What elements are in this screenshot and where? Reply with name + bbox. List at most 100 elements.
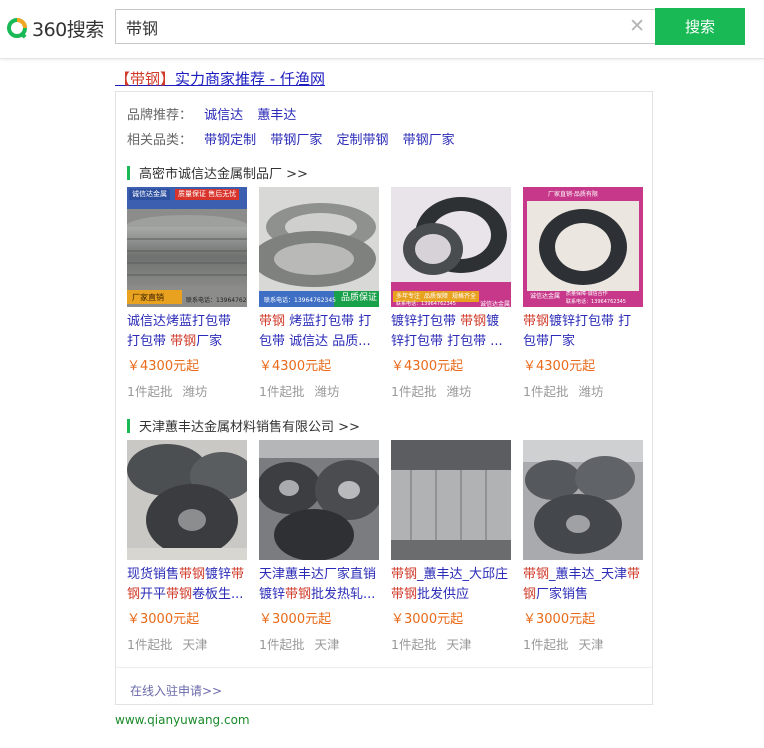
product-moq: 1件起批	[391, 637, 437, 652]
result-title-text: 实力商家推荐 - 仟渔网	[175, 70, 325, 88]
product-name-part: 诚信达烤蓝打包带	[127, 314, 232, 329]
product-price: ￥4300元起	[127, 359, 200, 374]
result-title-link[interactable]: 【带钢】实力商家推荐 - 仟渔网	[115, 68, 325, 89]
clear-icon[interactable]: ✕	[629, 16, 645, 36]
product-name-highlight: 带钢	[179, 567, 206, 582]
brand-row: 品牌推荐： 诚信达 蕙丰达	[127, 104, 306, 123]
product-meta: 1件起批 天津	[259, 635, 379, 655]
brand-label: 品牌推荐：	[127, 108, 193, 123]
accent-bar	[127, 419, 130, 433]
site-url: www.qianyuwang.com	[115, 713, 250, 727]
shop-header-huifengda[interactable]: 天津蕙丰达金属材料销售有限公司 >>	[127, 416, 360, 435]
related-link[interactable]: 带钢定制	[204, 133, 256, 148]
product-moq: 1件起批	[259, 637, 305, 652]
product-moq: 1件起批	[127, 384, 173, 399]
product-image[interactable]: 诚信达金属 质量保证 售后无忧 厂家直销 联系电话：13964762345	[127, 187, 247, 307]
product-name-link[interactable]: 诚信达烤蓝打包带 打包带 带钢厂家	[127, 312, 247, 352]
product-name-part: 镀锌	[205, 567, 232, 582]
product-name-highlight: 带钢	[170, 334, 197, 349]
product-name-highlight: 带钢	[523, 567, 550, 582]
product-image[interactable]: 多年专注 品质保障 规格齐全 诚信达金属 联系电话：13964762345	[391, 187, 511, 307]
product-image[interactable]: 厂家直销·品质有限 诚信达金属 质量保障·诚信合作 联系电话：139647623…	[523, 187, 643, 307]
banner-text: 联系电话：13964762345	[186, 297, 247, 304]
related-row: 相关品类： 带钢定制 带钢厂家 定制带钢 带钢厂家	[127, 129, 465, 148]
result-title-highlight: 【带钢】	[115, 70, 176, 88]
product-name-link[interactable]: 带钢_蕙丰达_大邱庄带钢批发供应	[391, 565, 511, 605]
product-image[interactable]	[523, 440, 643, 560]
banner-text: 联系电话：13964762345	[264, 297, 336, 304]
product-meta: 1件起批 天津	[523, 635, 643, 655]
product-card: 带钢_蕙丰达_大邱庄带钢批发供应 ￥3000元起 1件起批 天津	[391, 440, 511, 655]
banner-text: 诚信达金属	[129, 189, 170, 200]
product-city: 潍坊	[446, 384, 472, 399]
banner-text: 诚信达金属	[530, 293, 561, 300]
logo-icon	[7, 18, 27, 39]
product-city: 潍坊	[314, 384, 340, 399]
logo-text: 360搜索	[32, 18, 104, 41]
shop-name: 高密市诚信达金属制品厂 >>	[139, 167, 308, 182]
product-city: 天津	[314, 637, 340, 652]
product-name-part: 开平	[140, 587, 167, 602]
product-meta: 1件起批 潍坊	[259, 382, 379, 402]
product-moq: 1件起批	[391, 384, 437, 399]
product-city: 潍坊	[182, 384, 208, 399]
product-name-highlight: 带钢	[523, 314, 550, 329]
banner-text: 联系电话：13964762345	[396, 301, 456, 307]
product-card: 厂家直销·品质有限 诚信达金属 质量保障·诚信合作 联系电话：139647623…	[523, 187, 643, 402]
product-moq: 1件起批	[127, 637, 173, 652]
related-link[interactable]: 带钢厂家	[270, 133, 322, 148]
product-meta: 1件起批 天津	[391, 635, 511, 655]
related-link[interactable]: 带钢厂家	[403, 133, 455, 148]
product-name-link[interactable]: 带钢镀锌打包带 打包带厂家	[523, 312, 643, 352]
product-city: 潍坊	[578, 384, 604, 399]
product-meta: 1件起批 潍坊	[523, 382, 643, 402]
apply-link[interactable]: 在线入驻申请>>	[130, 682, 222, 699]
product-price: ￥4300元起	[391, 359, 464, 374]
shop-header-chengxinda[interactable]: 高密市诚信达金属制品厂 >>	[127, 163, 308, 182]
product-name-highlight: 带钢	[391, 587, 418, 602]
product-image[interactable]	[259, 440, 379, 560]
product-city: 天津	[182, 637, 208, 652]
product-name-highlight: 带钢	[285, 587, 312, 602]
banner-text: 品质保证	[341, 293, 378, 303]
shop-name: 天津蕙丰达金属材料销售有限公司 >>	[139, 420, 360, 435]
product-price: ￥4300元起	[523, 359, 596, 374]
search-button[interactable]: 搜索	[655, 8, 745, 45]
product-name-link[interactable]: 现货销售带钢镀锌带钢开平带钢卷板生...	[127, 565, 247, 605]
product-name-link[interactable]: 镀锌打包带 带钢镀锌打包带 打包带 ...	[391, 312, 511, 352]
product-moq: 1件起批	[523, 637, 569, 652]
product-name-part: 镀锌打包带	[391, 314, 461, 329]
product-image[interactable]	[391, 440, 511, 560]
product-price: ￥3000元起	[259, 612, 332, 627]
brand-link-chengxinda[interactable]: 诚信达	[204, 108, 243, 123]
site-logo[interactable]: 360搜索	[6, 14, 104, 42]
product-name-highlight: 带钢	[460, 314, 487, 329]
product-name-part: 打包带	[127, 334, 171, 349]
product-price: ￥3000元起	[127, 612, 200, 627]
product-name-link[interactable]: 带钢 烤蓝打包带 打包带 诚信达 品质...	[259, 312, 379, 352]
product-image[interactable]: 联系电话：13964762345 品质保证	[259, 187, 379, 307]
product-price: ￥4300元起	[259, 359, 332, 374]
top-bar: 360搜索 ✕ 搜索	[0, 0, 764, 59]
product-image[interactable]	[127, 440, 247, 560]
related-link[interactable]: 定制带钢	[336, 133, 388, 148]
product-name-highlight: 带钢	[166, 587, 193, 602]
search-box: ✕	[115, 9, 655, 44]
search-input[interactable]	[126, 10, 616, 43]
brand-link-huifengda[interactable]: 蕙丰达	[257, 108, 296, 123]
product-name-link[interactable]: 带钢_蕙丰达_天津带钢厂家销售	[523, 565, 643, 605]
banner-text: 质量保证 售后无忧	[175, 189, 240, 200]
product-name-highlight: 带钢	[259, 314, 286, 329]
product-card: 现货销售带钢镀锌带钢开平带钢卷板生... ￥3000元起 1件起批 天津	[127, 440, 247, 655]
banner-text: 厂家直销	[132, 293, 164, 302]
product-price: ￥3000元起	[391, 612, 464, 627]
banner-text: 诚信达金属	[480, 301, 511, 307]
divider	[116, 667, 652, 668]
product-moq: 1件起批	[259, 384, 305, 399]
product-card: 诚信达金属 质量保证 售后无忧 厂家直销 联系电话：13964762345 诚信…	[127, 187, 247, 402]
product-city: 天津	[578, 637, 604, 652]
product-name-part: 厂家销售	[536, 587, 589, 602]
product-meta: 1件起批 潍坊	[391, 382, 511, 402]
product-name-part: 批发供应	[417, 587, 470, 602]
product-name-link[interactable]: 天津蕙丰达厂家直销镀锌带钢批发热轧...	[259, 565, 379, 605]
